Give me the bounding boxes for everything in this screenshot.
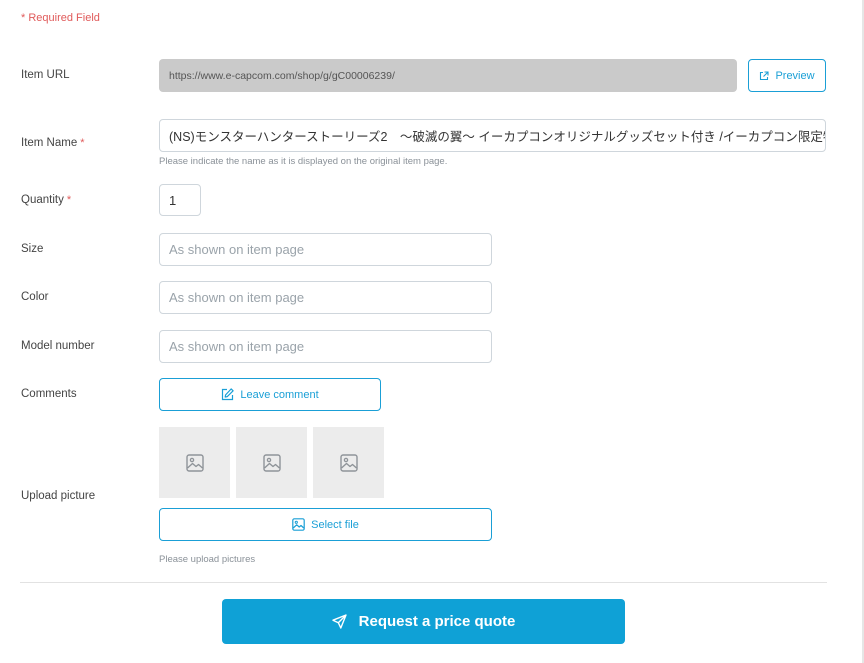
preview-label: Preview [775, 69, 815, 82]
size-label: Size [21, 243, 44, 255]
item-url-value: https://www.e-capcom.com/shop/g/gC000062… [169, 69, 395, 82]
request-price-quote-label: Request a price quote [358, 613, 516, 630]
send-icon [331, 614, 347, 629]
preview-button[interactable]: Preview [748, 59, 826, 92]
quantity-input[interactable]: 1 [159, 184, 201, 216]
divider [20, 582, 827, 583]
item-name-helper: Please indicate the name as it is displa… [159, 156, 448, 167]
item-name-label: Item Name * [21, 137, 85, 149]
required-star: * [66, 194, 72, 206]
quantity-label: Quantity * [21, 194, 71, 206]
select-file-button[interactable]: Select file [159, 508, 492, 541]
edit-icon [221, 388, 235, 401]
comments-label: Comments [21, 388, 77, 400]
select-file-label: Select file [311, 518, 359, 531]
upload-helper: Please upload pictures [159, 554, 256, 565]
item-url-field: https://www.e-capcom.com/shop/g/gC000062… [159, 59, 737, 92]
item-url-label: Item URL [21, 69, 70, 81]
color-placeholder: As shown on item page [169, 290, 305, 305]
picture-slot-1[interactable] [159, 427, 230, 498]
size-placeholder: As shown on item page [169, 242, 305, 257]
size-input[interactable]: As shown on item page [159, 233, 492, 266]
color-input[interactable]: As shown on item page [159, 281, 492, 314]
external-link-icon [759, 70, 769, 81]
image-placeholder-icon [185, 453, 204, 472]
leave-comment-button[interactable]: Leave comment [159, 378, 381, 411]
model-number-input[interactable]: As shown on item page [159, 330, 492, 363]
picture-slot-2[interactable] [236, 427, 307, 498]
color-label: Color [21, 291, 49, 303]
quantity-value: 1 [169, 192, 177, 208]
required-field-note: * Required Field [21, 12, 100, 24]
model-number-placeholder: As shown on item page [169, 339, 305, 354]
item-name-label-text: Item Name [21, 137, 78, 149]
leave-comment-label: Leave comment [240, 388, 319, 401]
request-price-quote-button[interactable]: Request a price quote [222, 599, 625, 644]
picture-slot-3[interactable] [313, 427, 384, 498]
item-name-value: (NS)モンスターハンターストーリーズ2 ～破滅の翼～ イーカプコンオリジナルグ… [169, 130, 826, 144]
image-placeholder-icon [262, 453, 281, 472]
image-placeholder-icon [339, 453, 358, 472]
model-number-label: Model number [21, 340, 95, 352]
quantity-label-text: Quantity [21, 194, 64, 206]
required-star: * [80, 137, 85, 149]
item-name-input[interactable]: (NS)モンスターハンターストーリーズ2 ～破滅の翼～ イーカプコンオリジナルグ… [159, 119, 826, 152]
upload-picture-label: Upload picture [21, 490, 96, 502]
image-icon [292, 518, 305, 531]
